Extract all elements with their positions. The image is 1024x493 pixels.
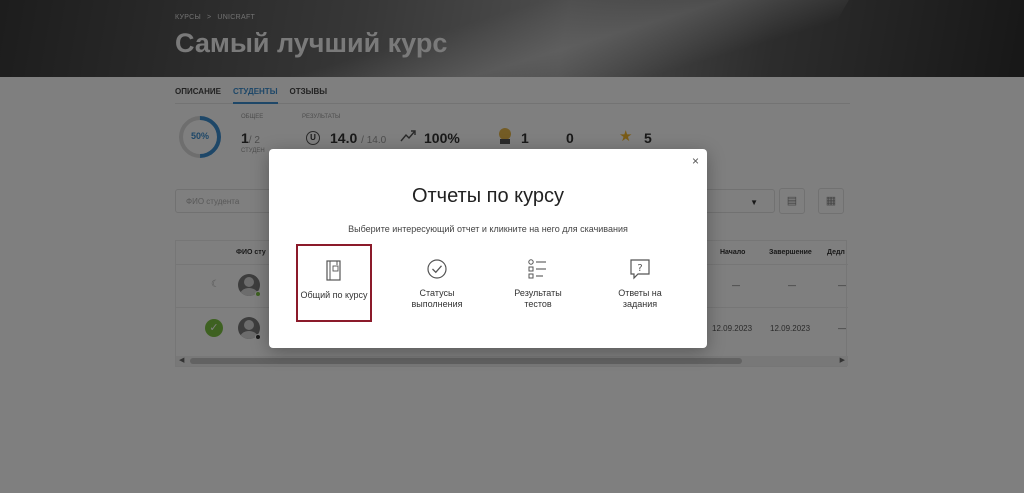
close-icon[interactable]: ×	[692, 154, 699, 168]
checklist-icon	[500, 258, 576, 280]
reports-modal: × Отчеты по курсу Выберите интересующий …	[269, 149, 707, 348]
option-label: Общий по курсу	[300, 290, 368, 300]
report-option-statuses[interactable]: Статусы выполнения	[399, 244, 475, 322]
question-bubble-icon: ?	[602, 258, 678, 280]
option-label: Ответы на задания	[618, 288, 662, 309]
option-label: Статусы выполнения	[411, 288, 463, 309]
report-option-general[interactable]: Общий по курсу	[296, 244, 372, 322]
modal-subtitle: Выберите интересующий отчет и кликните н…	[348, 224, 628, 234]
report-option-answers[interactable]: ? Ответы на задания	[602, 244, 678, 322]
option-label: Результаты тестов	[514, 288, 562, 309]
check-circle-icon	[399, 258, 475, 280]
modal-title: Отчеты по курсу	[411, 185, 565, 207]
svg-text:?: ?	[637, 263, 642, 274]
report-option-test-results[interactable]: Результаты тестов	[500, 244, 576, 322]
report-book-icon	[298, 260, 370, 282]
